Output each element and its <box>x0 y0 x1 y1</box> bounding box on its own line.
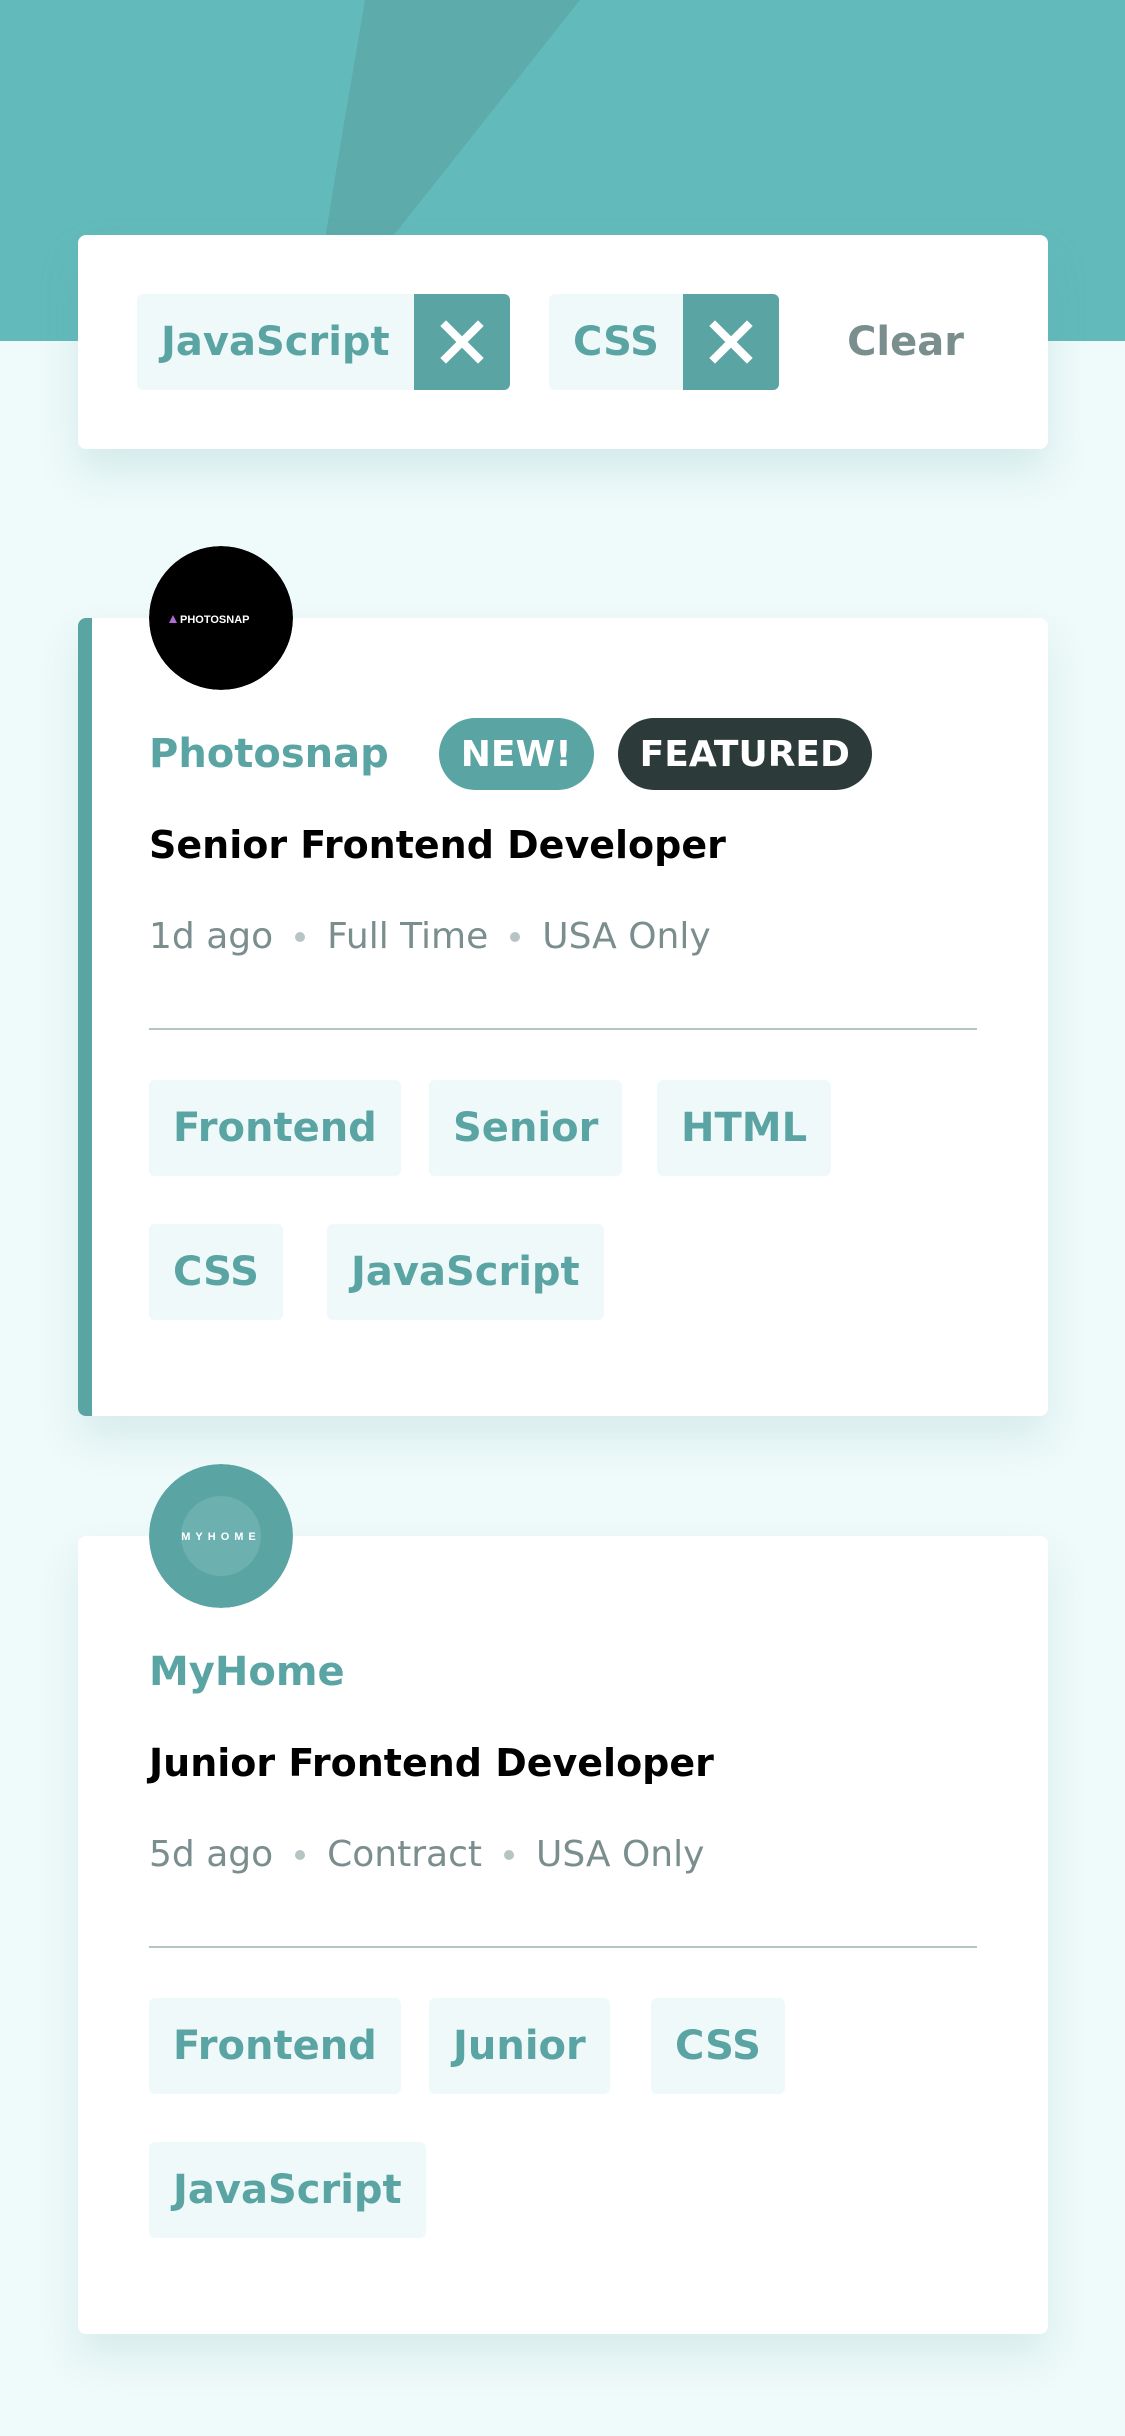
featured-indicator-bar <box>78 618 92 1416</box>
contract-type: Full Time <box>327 916 489 957</box>
remove-filter-css-button[interactable] <box>682 294 779 390</box>
company-logo-photosnap: PHOTOSNAP <box>149 546 293 690</box>
company-row: Photosnap NEW! FEATURED <box>149 718 896 790</box>
filter-chip-label: JavaScript <box>161 319 390 365</box>
job-meta: 1d ago Full Time USA Only <box>149 916 711 957</box>
separator-dot <box>504 1849 515 1860</box>
logo-text: PHOTOSNAP <box>180 614 249 626</box>
company-name[interactable]: Photosnap <box>149 731 389 777</box>
logo-text: MYHOME <box>181 1531 261 1543</box>
company-row: MyHome <box>149 1636 395 1708</box>
tag-css[interactable]: CSS <box>149 1224 283 1320</box>
tag-senior[interactable]: Senior <box>429 1080 623 1176</box>
remove-filter-javascript-button[interactable] <box>413 294 510 390</box>
card-divider <box>149 1946 977 1948</box>
separator-dot <box>295 931 306 942</box>
job-card-myhome: MYHOME MyHome Junior Frontend Developer … <box>78 1464 1048 2334</box>
card-divider <box>149 1028 977 1030</box>
tag-html[interactable]: HTML <box>657 1080 832 1176</box>
filter-chip-css: CSS <box>549 294 779 390</box>
tag-javascript[interactable]: JavaScript <box>327 1224 604 1320</box>
company-logo-myhome: MYHOME <box>149 1464 293 1608</box>
job-location: USA Only <box>542 916 711 957</box>
filter-chip-label: CSS <box>573 319 659 365</box>
job-location: USA Only <box>536 1834 705 1875</box>
tag-javascript[interactable]: JavaScript <box>149 2142 426 2238</box>
job-meta: 5d ago Contract USA Only <box>149 1834 704 1875</box>
close-icon <box>709 320 753 364</box>
tag-junior[interactable]: Junior <box>429 1998 610 2094</box>
separator-dot <box>510 931 521 942</box>
job-card-photosnap: PHOTOSNAP Photosnap NEW! FEATURED Senior… <box>78 546 1048 1416</box>
tag-css[interactable]: CSS <box>651 1998 785 2094</box>
filter-chip-javascript: JavaScript <box>137 294 510 390</box>
posted-at: 1d ago <box>149 916 274 957</box>
clear-filters-button[interactable]: Clear <box>847 294 964 390</box>
job-position-title[interactable]: Junior Frontend Developer <box>149 1741 714 1785</box>
new-badge: NEW! <box>438 718 594 790</box>
tag-frontend[interactable]: Frontend <box>149 1080 401 1176</box>
filter-bar: JavaScript CSS Clear <box>78 235 1048 449</box>
featured-badge: FEATURED <box>617 718 872 790</box>
tag-frontend[interactable]: Frontend <box>149 1998 401 2094</box>
posted-at: 5d ago <box>149 1834 274 1875</box>
company-name[interactable]: MyHome <box>149 1649 345 1695</box>
close-icon <box>439 320 484 364</box>
contract-type: Contract <box>327 1834 483 1875</box>
separator-dot <box>295 1849 306 1860</box>
job-position-title[interactable]: Senior Frontend Developer <box>149 823 726 867</box>
